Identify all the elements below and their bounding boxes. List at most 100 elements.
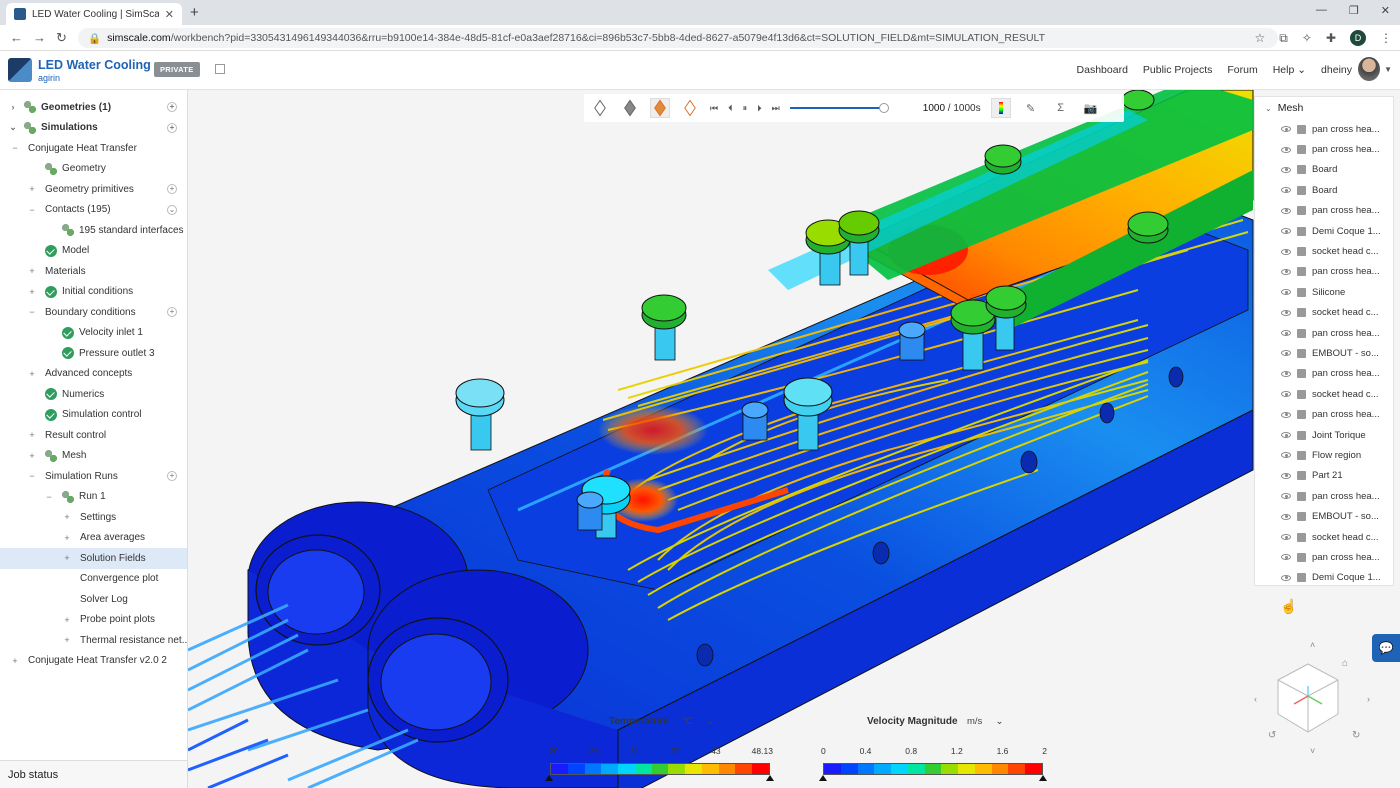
pipette-icon[interactable]: ✎	[1021, 98, 1041, 118]
expand-icon[interactable]: +	[62, 615, 72, 625]
tree-item[interactable]: + Conjugate Heat Transfer v2.0 2	[0, 651, 187, 672]
eye-icon[interactable]	[1281, 330, 1291, 337]
mesh-part-row[interactable]: pan cross hea...	[1255, 486, 1393, 506]
eye-icon[interactable]	[1281, 452, 1291, 459]
collapse-icon[interactable]: −	[27, 307, 37, 317]
mesh-part-row[interactable]: Demi Coque 1...	[1255, 568, 1393, 585]
wireframe-view-icon[interactable]	[680, 98, 700, 118]
menu-icon[interactable]: ⋮	[1380, 31, 1392, 45]
eye-icon[interactable]	[1281, 228, 1291, 235]
nav-help[interactable]: Help ⌄	[1273, 64, 1306, 76]
profile-avatar[interactable]: D	[1350, 30, 1366, 46]
tree-item[interactable]: + Advanced concepts	[0, 364, 187, 385]
tree-item[interactable]: › Geometries (1) +	[0, 97, 187, 118]
add-icon[interactable]: +	[167, 122, 177, 133]
rotate-left-icon[interactable]: ‹	[1254, 694, 1257, 704]
tree-item[interactable]: Velocity inlet 1	[0, 323, 187, 344]
expand-icon[interactable]: +	[27, 369, 37, 379]
collapse-icon[interactable]: −	[27, 205, 37, 215]
minimize-icon[interactable]: —	[1316, 4, 1327, 17]
tree-item[interactable]: − Contacts (195) ⌄	[0, 200, 187, 221]
filter-icon[interactable]: ⌄	[167, 204, 177, 215]
eye-icon[interactable]	[1281, 207, 1291, 214]
mesh-part-row[interactable]: Board	[1255, 160, 1393, 180]
expand-icon[interactable]: +	[62, 533, 72, 543]
eye-icon[interactable]	[1281, 146, 1291, 153]
cast-icon[interactable]: ⧉	[1279, 31, 1288, 46]
mesh-part-row[interactable]: Board	[1255, 180, 1393, 200]
mesh-part-row[interactable]: Part 21	[1255, 466, 1393, 486]
expand-icon[interactable]: +	[62, 635, 72, 645]
eye-icon[interactable]	[1281, 574, 1291, 581]
down-arrow-icon[interactable]: ˅	[1310, 746, 1315, 756]
eye-icon[interactable]	[1281, 411, 1291, 418]
eye-icon[interactable]	[1281, 289, 1291, 296]
iso-view-icon[interactable]	[590, 98, 610, 118]
expand-icon[interactable]: ›	[8, 102, 18, 112]
tree-item[interactable]: + Geometry primitives +	[0, 179, 187, 200]
simscale-logo-icon[interactable]	[8, 58, 32, 82]
eye-icon[interactable]	[1281, 554, 1291, 561]
mesh-part-row[interactable]: pan cross hea...	[1255, 139, 1393, 159]
eye-icon[interactable]	[1281, 432, 1291, 439]
close-tab-icon[interactable]: ✕	[165, 8, 174, 21]
back-icon[interactable]: ←	[10, 30, 23, 45]
slider-knob[interactable]	[878, 103, 889, 113]
nav-public-projects[interactable]: Public Projects	[1143, 64, 1212, 76]
eye-icon[interactable]	[1281, 391, 1291, 398]
eye-icon[interactable]	[1281, 268, 1291, 275]
browser-tab[interactable]: LED Water Cooling | SimScale W ✕	[6, 3, 182, 25]
rotate-right-icon[interactable]: ›	[1367, 694, 1370, 704]
username[interactable]: dheiny	[1321, 64, 1352, 76]
legend-unit[interactable]: °C ⌄	[682, 716, 714, 727]
up-arrow-icon[interactable]: ˄	[1310, 640, 1315, 650]
collapse-icon[interactable]: −	[27, 471, 37, 481]
add-icon[interactable]: +	[167, 184, 177, 195]
tree-item[interactable]: + Thermal resistance net...	[0, 630, 187, 651]
orbit-right-icon[interactable]: ↻	[1352, 730, 1360, 741]
eye-icon[interactable]	[1281, 493, 1291, 500]
tree-item[interactable]: − Simulation Runs +	[0, 466, 187, 487]
url-input[interactable]: 🔒 simscale.com/workbench?pid=33054314961…	[78, 28, 1278, 48]
mesh-part-row[interactable]: EMBOUT - so...	[1255, 506, 1393, 526]
add-icon[interactable]: +	[167, 307, 177, 318]
tree-item[interactable]: Convergence plot	[0, 569, 187, 590]
tree-item[interactable]: Solver Log	[0, 589, 187, 610]
mesh-part-row[interactable]: pan cross hea...	[1255, 364, 1393, 384]
eye-icon[interactable]	[1281, 309, 1291, 316]
mesh-part-row[interactable]: socket head c...	[1255, 241, 1393, 261]
result-view-icon[interactable]	[650, 98, 670, 118]
skip-end-icon[interactable]: ⏭	[772, 103, 780, 114]
restore-icon[interactable]: ❐	[1349, 4, 1359, 17]
tree-item[interactable]: + Initial conditions	[0, 282, 187, 303]
max-marker[interactable]	[766, 775, 774, 781]
extension-icon[interactable]: ✧	[1302, 31, 1312, 45]
mesh-part-row[interactable]: socket head c...	[1255, 303, 1393, 323]
min-marker[interactable]	[545, 775, 553, 781]
eye-icon[interactable]	[1281, 126, 1291, 133]
expand-icon[interactable]: +	[27, 451, 37, 461]
eye-icon[interactable]	[1281, 248, 1291, 255]
tree-item[interactable]: Simulation control	[0, 405, 187, 426]
tree-item[interactable]: Pressure outlet 3	[0, 343, 187, 364]
tree-item[interactable]: ⌄ Simulations +	[0, 118, 187, 139]
job-status-bar[interactable]: Job status	[0, 760, 187, 788]
mesh-part-row[interactable]: Silicone	[1255, 282, 1393, 302]
mesh-part-row[interactable]: pan cross hea...	[1255, 404, 1393, 424]
legend-unit[interactable]: m/s ⌄	[967, 716, 1003, 727]
mesh-part-row[interactable]: pan cross hea...	[1255, 201, 1393, 221]
chevron-down-icon[interactable]: ⌄	[1265, 104, 1272, 113]
mesh-part-row[interactable]: pan cross hea...	[1255, 323, 1393, 343]
tree-item[interactable]: Numerics	[0, 384, 187, 405]
expand-icon[interactable]: +	[27, 266, 37, 276]
expand-icon[interactable]: +	[27, 430, 37, 440]
tree-item[interactable]: Model	[0, 241, 187, 262]
eye-icon[interactable]	[1281, 472, 1291, 479]
mesh-part-row[interactable]: socket head c...	[1255, 527, 1393, 547]
collapse-icon[interactable]: ⌄	[8, 122, 18, 133]
expand-icon[interactable]: +	[62, 553, 72, 563]
camera-icon[interactable]: 📷	[1081, 98, 1101, 118]
tree-item[interactable]: − Run 1	[0, 487, 187, 508]
add-icon[interactable]: +	[167, 471, 177, 482]
mesh-panel-header[interactable]: ⌄ Mesh	[1255, 97, 1393, 119]
